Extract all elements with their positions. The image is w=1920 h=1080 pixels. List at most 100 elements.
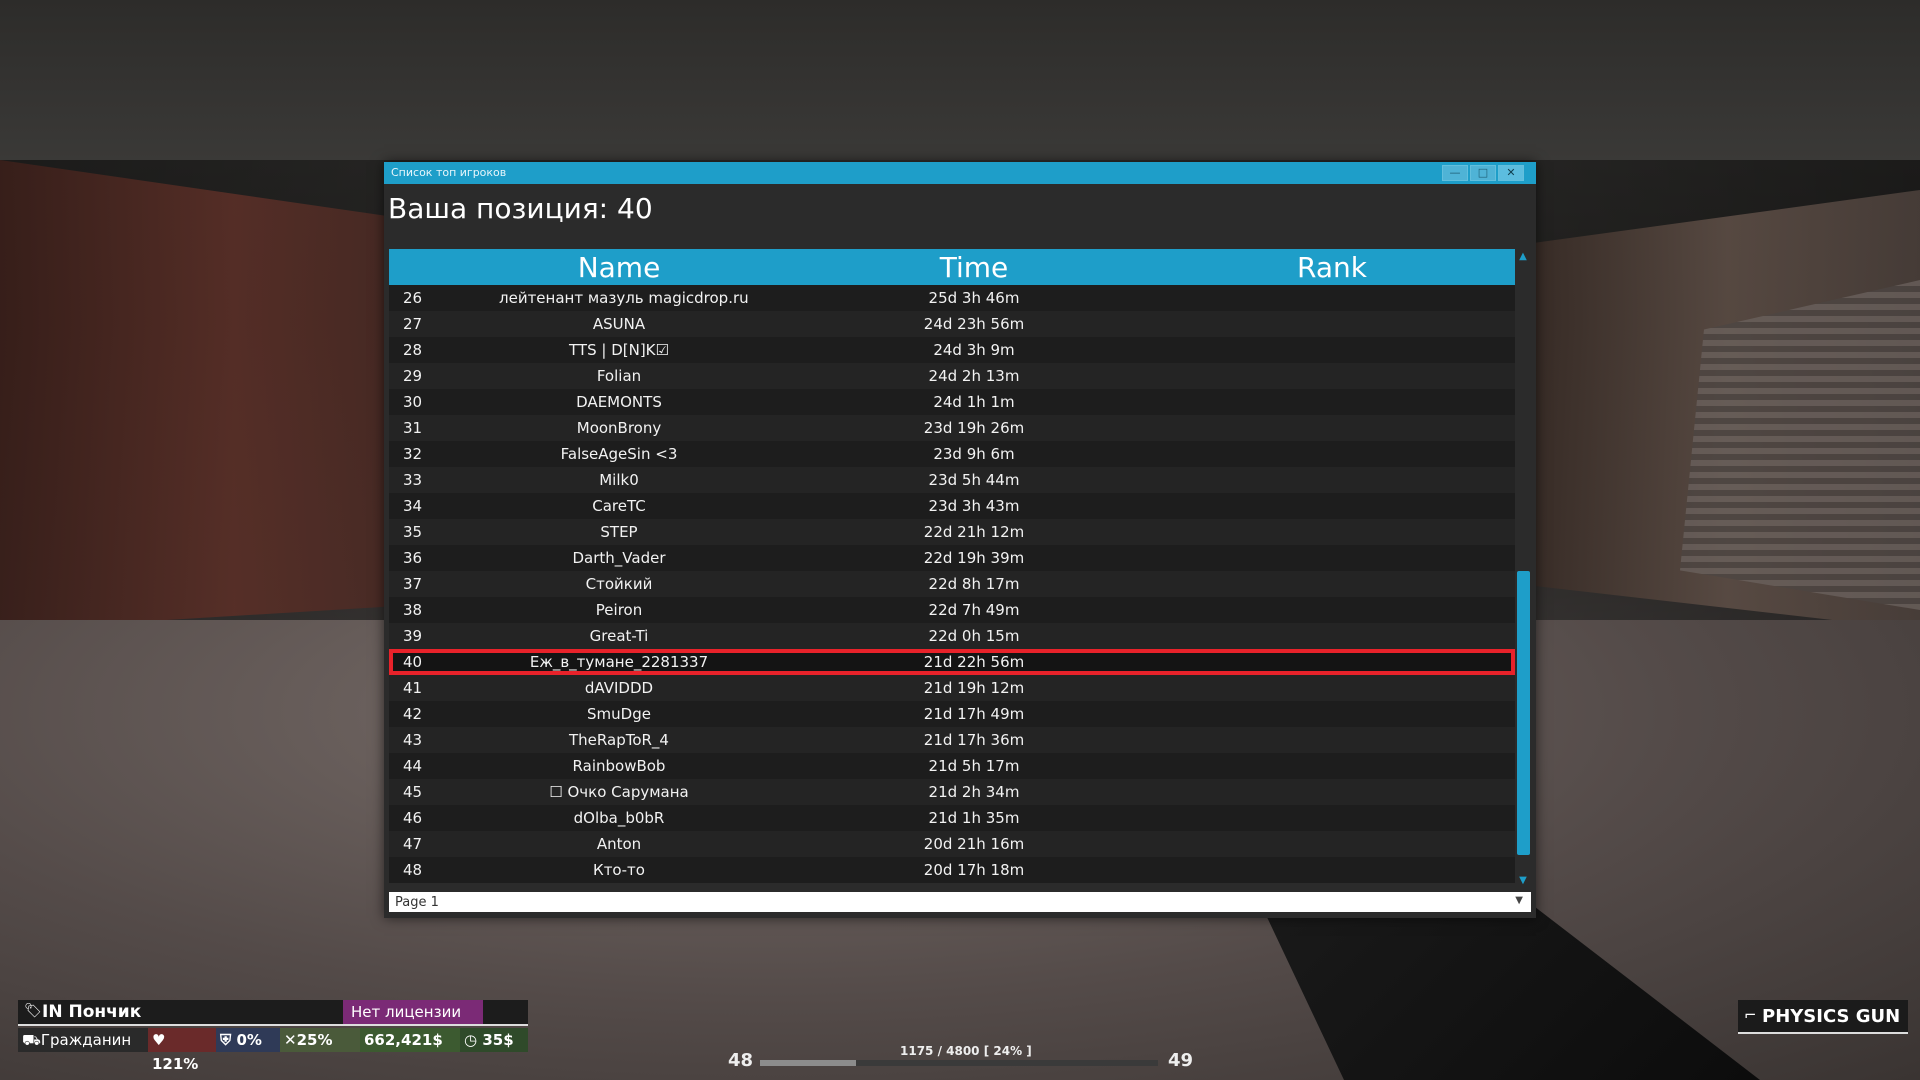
rank-number: 42 bbox=[403, 705, 423, 723]
rank-number: 36 bbox=[403, 549, 423, 567]
scroll-down-arrow-icon[interactable]: ▼ bbox=[1517, 875, 1529, 887]
window-title: Список топ игроков bbox=[391, 166, 507, 179]
table-row[interactable]: 28 TTS | D[N]K☑ 24d 3h 9m bbox=[389, 337, 1515, 363]
gun-icon: ⌐ bbox=[1744, 1006, 1757, 1024]
playtime-cell: 22d 7h 49m bbox=[928, 601, 1020, 619]
table-row[interactable]: 29 Folian 24d 2h 13m bbox=[389, 363, 1515, 389]
rank-number: 40 bbox=[403, 653, 423, 671]
license-text: Нет лицензии bbox=[351, 1003, 462, 1021]
player-name-cell: DAEMONTS bbox=[576, 393, 662, 411]
money-value: 662,421$ bbox=[364, 1031, 443, 1049]
table-row[interactable]: 47 Anton 20d 21h 16m bbox=[389, 831, 1515, 857]
rank-number: 41 bbox=[403, 679, 423, 697]
player-name-cell: SmuDge bbox=[587, 705, 651, 723]
table-row[interactable]: 38 Peiron 22d 7h 49m bbox=[389, 597, 1515, 623]
rank-number: 32 bbox=[403, 445, 423, 463]
playtime-cell: 21d 19h 12m bbox=[923, 679, 1025, 697]
table-header: Name Time Rank bbox=[389, 249, 1515, 285]
rank-number: 35 bbox=[403, 523, 423, 541]
close-button[interactable]: ✕ bbox=[1498, 165, 1524, 181]
player-name-cell: Darth_Vader bbox=[572, 549, 666, 567]
hunger-stat: ✕25% bbox=[280, 1028, 360, 1052]
job-stat: ⛟Гражданин bbox=[18, 1028, 148, 1052]
playtime-cell: 25d 3h 46m bbox=[928, 289, 1020, 307]
table-row[interactable]: 36 Darth_Vader 22d 19h 39m bbox=[389, 545, 1515, 571]
player-name-cell: RainbowBob bbox=[572, 757, 666, 775]
heart-icon: ♥ bbox=[152, 1031, 166, 1049]
table-row[interactable]: 45 ☐ Очко Сарумана 21d 2h 34m bbox=[389, 779, 1515, 805]
column-header-name[interactable]: Name bbox=[499, 251, 739, 284]
page-dropdown[interactable]: Page 1 ▼ bbox=[389, 892, 1531, 912]
table-row[interactable]: 37 Стойкий 22d 8h 17m bbox=[389, 571, 1515, 597]
player-name-cell: FalseAgeSin <3 bbox=[560, 445, 678, 463]
window-titlebar[interactable]: Список топ игроков — □ ✕ bbox=[384, 162, 1536, 184]
playtime-cell: 24d 3h 9m bbox=[933, 341, 1015, 359]
table-row[interactable]: 33 Milk0 23d 5h 44m bbox=[389, 467, 1515, 493]
table-row[interactable]: 42 SmuDge 21d 17h 49m bbox=[389, 701, 1515, 727]
rank-number: 34 bbox=[403, 497, 423, 515]
player-name-cell: Кто-то bbox=[593, 861, 645, 879]
playtime-cell: 21d 22h 56m bbox=[923, 653, 1025, 671]
table-row[interactable]: 32 FalseAgeSin <3 23d 9h 6m bbox=[389, 441, 1515, 467]
column-header-rank[interactable]: Rank bbox=[1212, 251, 1452, 284]
rank-number: 27 bbox=[403, 315, 423, 333]
utensils-icon: ✕ bbox=[284, 1031, 297, 1049]
playtime-cell: 22d 19h 39m bbox=[923, 549, 1025, 567]
health-value: 121% bbox=[152, 1055, 199, 1073]
scroll-up-arrow-icon[interactable]: ▲ bbox=[1517, 251, 1529, 263]
rank-number: 39 bbox=[403, 627, 423, 645]
level-next: 49 bbox=[1168, 1050, 1194, 1071]
xp-track bbox=[760, 1060, 1158, 1066]
page-dropdown-value: Page 1 bbox=[395, 895, 439, 910]
rank-number: 43 bbox=[403, 731, 423, 749]
xp-text: 1175 / 4800 [ 24% ] bbox=[900, 1044, 1032, 1058]
playtime-cell: 22d 8h 17m bbox=[928, 575, 1020, 593]
player-name-cell: dOlba_b0bR bbox=[573, 809, 665, 827]
player-name-cell: CareTC bbox=[592, 497, 646, 515]
playtime-cell: 23d 19h 26m bbox=[923, 419, 1025, 437]
player-name-cell: Peiron bbox=[595, 601, 643, 619]
hunger-value: 25% bbox=[296, 1031, 333, 1049]
playtime-cell: 24d 1h 1m bbox=[933, 393, 1015, 411]
health-stat: ♥ 121% bbox=[148, 1028, 216, 1073]
table-row[interactable]: 46 dOlba_b0bR 21d 1h 35m bbox=[389, 805, 1515, 831]
playtime-cell: 21d 17h 36m bbox=[923, 731, 1025, 749]
license-badge: Нет лицензии bbox=[343, 1000, 483, 1024]
table-row[interactable]: 31 MoonBrony 23d 19h 26m bbox=[389, 415, 1515, 441]
table-row[interactable]: 43 TheRapToR_4 21d 17h 36m bbox=[389, 727, 1515, 753]
table-row[interactable]: 41 dAVIDDD 21d 19h 12m bbox=[389, 675, 1515, 701]
chevron-down-icon[interactable]: ▼ bbox=[1515, 895, 1523, 906]
table-row[interactable]: 48 Кто-то 20d 17h 18m bbox=[389, 857, 1515, 883]
playtime-cell: 23d 5h 44m bbox=[928, 471, 1020, 489]
rank-number: 26 bbox=[403, 289, 423, 307]
armor-stat: ⛨ 0% bbox=[216, 1028, 280, 1052]
weapon-label: PHYSICS GUN bbox=[1762, 1006, 1901, 1027]
scrollbar-thumb[interactable] bbox=[1517, 571, 1530, 855]
truck-icon: ⛟ bbox=[22, 1031, 41, 1049]
table-row[interactable]: 39 Great-Ti 22d 0h 15m bbox=[389, 623, 1515, 649]
leaderboard-table: Name Time Rank 26 лейтенант мазуль magicd… bbox=[389, 249, 1515, 889]
tag-icon: 🏷 bbox=[24, 1003, 42, 1019]
player-name-cell: Anton bbox=[596, 835, 642, 853]
table-row[interactable]: 34 CareTC 23d 3h 43m bbox=[389, 493, 1515, 519]
armor-value: 0% bbox=[236, 1031, 262, 1049]
rank-number: 30 bbox=[403, 393, 423, 411]
table-row[interactable]: 26 лейтенант мазуль magicdrop.ru 25d 3h 46… bbox=[389, 285, 1515, 311]
table-row[interactable]: 30 DAEMONTS 24d 1h 1m bbox=[389, 389, 1515, 415]
minimize-button[interactable]: — bbox=[1442, 165, 1468, 181]
playtime-cell: 22d 21h 12m bbox=[923, 523, 1025, 541]
rank-number: 38 bbox=[403, 601, 423, 619]
playtime-cell: 20d 21h 16m bbox=[923, 835, 1025, 853]
player-name-cell: ☐ Очко Сарумана bbox=[549, 783, 689, 801]
rank-number: 33 bbox=[403, 471, 423, 489]
player-name-cell: MoonBrony bbox=[576, 419, 662, 437]
maximize-button[interactable]: □ bbox=[1470, 165, 1496, 181]
column-header-time[interactable]: Time bbox=[854, 251, 1094, 284]
rank-number: 31 bbox=[403, 419, 423, 437]
table-scrollbar[interactable]: ▲ ▼ bbox=[1515, 249, 1531, 889]
rank-number: 46 bbox=[403, 809, 423, 827]
table-row[interactable]: 35 STEP 22d 21h 12m bbox=[389, 519, 1515, 545]
table-row[interactable]: 44 RainbowBob 21d 5h 17m bbox=[389, 753, 1515, 779]
table-row[interactable]: 27 ASUNA 24d 23h 56m bbox=[389, 311, 1515, 337]
table-row-current-player[interactable]: 40 Еж_в_тумане_2281337 21d 22h 56m bbox=[389, 649, 1515, 675]
